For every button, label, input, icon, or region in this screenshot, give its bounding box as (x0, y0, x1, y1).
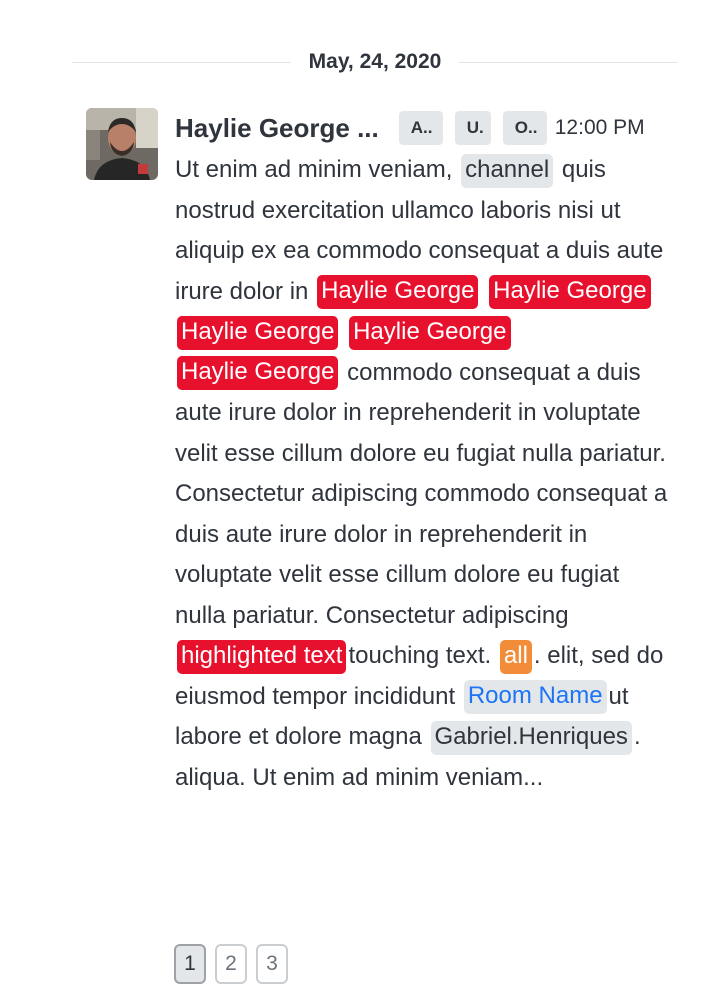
page-button-2[interactable]: 2 (215, 944, 247, 984)
avatar-photo (86, 108, 158, 180)
page-button-1[interactable]: 1 (174, 944, 206, 984)
room-mention[interactable]: Room Name (463, 680, 607, 715)
highlighted-text: highlighted text (177, 639, 347, 674)
role-badge: O.. (502, 111, 547, 145)
day-divider: May, 24, 2020 (72, 44, 678, 80)
message-text: commodo consequat a duis aute irure dolo… (175, 358, 668, 629)
user-mention[interactable]: Haylie George (349, 315, 511, 350)
message-body: Ut enim ad minim veniam, channel quis no… (175, 150, 675, 798)
divider-line-left (72, 61, 291, 63)
user-mention[interactable]: Haylie George (177, 315, 339, 350)
role-badge: U. (454, 111, 491, 145)
author-name[interactable]: Haylie George ... (175, 113, 379, 144)
channel-mention[interactable]: channel (461, 153, 554, 188)
role-badge: A.. (398, 111, 443, 145)
page-button-3[interactable]: 3 (256, 944, 288, 984)
user-mention[interactable]: Haylie George (489, 275, 651, 310)
message-text: touching text. (348, 642, 498, 669)
divider-line-right (459, 61, 678, 63)
divider-date: May, 24, 2020 (308, 50, 442, 73)
username-mention[interactable]: Gabriel.Henriques (430, 720, 632, 755)
all-mention[interactable]: all (499, 639, 532, 674)
message-time[interactable]: 12:00 PM (555, 116, 645, 140)
user-mention[interactable]: Haylie George (177, 356, 339, 391)
avatar[interactable] (86, 108, 158, 180)
message-text: Ut enim ad minim veniam, (175, 156, 460, 183)
user-mention[interactable]: Haylie George (317, 275, 479, 310)
pagination: 1 2 3 (174, 944, 297, 984)
message-header: Haylie George ... A.. U. O.. 12:00 PM (175, 108, 675, 148)
